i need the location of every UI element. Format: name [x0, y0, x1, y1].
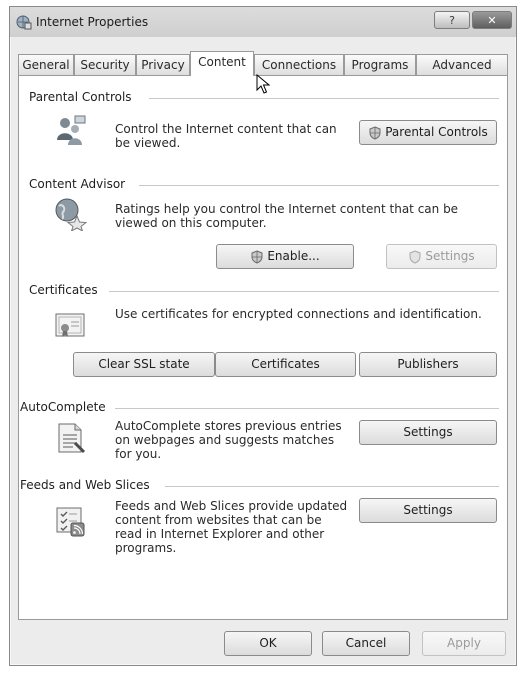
content-panel: Parental Controls Control the Internet c…: [18, 75, 508, 620]
divider: [139, 185, 499, 186]
apply-button[interactable]: Apply: [422, 631, 506, 656]
divider: [149, 98, 499, 99]
title-bar[interactable]: Internet Properties ? ✕: [10, 7, 516, 37]
autocomplete-description-line2: on webpages and suggests matches: [115, 433, 335, 447]
close-button[interactable]: ✕: [472, 11, 512, 29]
parental-controls-button[interactable]: Parental Controls: [359, 120, 497, 145]
tab-security[interactable]: Security: [74, 54, 136, 75]
feeds-description-line2: content from websites that can be: [115, 513, 322, 527]
parental-controls-description-line2: be viewed.: [115, 136, 181, 150]
publishers-button[interactable]: Publishers: [359, 352, 497, 377]
tab-general[interactable]: General: [18, 54, 74, 75]
divider: [115, 408, 499, 409]
enable-content-advisor-button[interactable]: Enable...: [216, 244, 354, 269]
window-title: Internet Properties: [36, 15, 149, 29]
tab-privacy[interactable]: Privacy: [136, 54, 190, 75]
internet-properties-window: Internet Properties ? ✕ General Security…: [9, 6, 517, 666]
internet-options-icon: [16, 15, 32, 30]
content-advisor-settings-label: Settings: [425, 249, 475, 263]
divider: [109, 291, 499, 292]
content-advisor-icon: [55, 198, 87, 231]
autocomplete-icon: [58, 423, 86, 454]
certificates-heading: Certificates: [29, 283, 102, 297]
autocomplete-heading: AutoComplete: [20, 400, 110, 414]
feeds-heading: Feeds and Web Slices: [20, 478, 154, 492]
content-advisor-description-line2: viewed on this computer.: [115, 216, 267, 230]
shield-icon: [409, 249, 421, 264]
feeds-description-line3: read in Internet Explorer and other: [115, 527, 325, 541]
feeds-settings-button[interactable]: Settings: [359, 498, 497, 523]
autocomplete-settings-button[interactable]: Settings: [359, 420, 497, 445]
autocomplete-description-line1: AutoComplete stores previous entries: [115, 419, 342, 433]
certificates-description: Use certificates for encrypted connectio…: [115, 307, 482, 321]
tab-advanced[interactable]: Advanced: [416, 54, 508, 75]
clear-ssl-state-button[interactable]: Clear SSL state: [73, 352, 215, 377]
content-advisor-description-line1: Ratings help you control the Internet co…: [115, 202, 459, 216]
feeds-description-line1: Feeds and Web Slices provide updated: [115, 499, 348, 513]
shield-icon: [369, 125, 381, 140]
tab-programs[interactable]: Programs: [344, 54, 416, 75]
parental-controls-icon: [57, 115, 86, 145]
certificate-icon: [55, 313, 85, 337]
autocomplete-description-line3: for you.: [115, 447, 162, 461]
divider: [165, 486, 499, 487]
mouse-cursor-icon: [256, 74, 270, 94]
feeds-description-line4: programs.: [115, 541, 177, 555]
content-advisor-heading: Content Advisor: [29, 177, 130, 191]
parental-controls-heading: Parental Controls: [29, 90, 136, 104]
content-advisor-settings-button[interactable]: Settings: [386, 244, 497, 269]
tab-content[interactable]: Content: [190, 51, 254, 76]
feeds-icon: [56, 507, 85, 537]
parental-controls-description-line1: Control the Internet content that can: [115, 122, 337, 136]
tab-connections[interactable]: Connections: [254, 54, 344, 75]
help-button[interactable]: ?: [434, 11, 470, 29]
parental-controls-button-label: Parental Controls: [385, 125, 488, 139]
certificates-button[interactable]: Certificates: [215, 352, 356, 377]
cancel-button[interactable]: Cancel: [322, 631, 410, 656]
ok-button[interactable]: OK: [224, 631, 312, 656]
enable-button-label: Enable...: [267, 249, 320, 263]
shield-icon: [251, 249, 263, 264]
